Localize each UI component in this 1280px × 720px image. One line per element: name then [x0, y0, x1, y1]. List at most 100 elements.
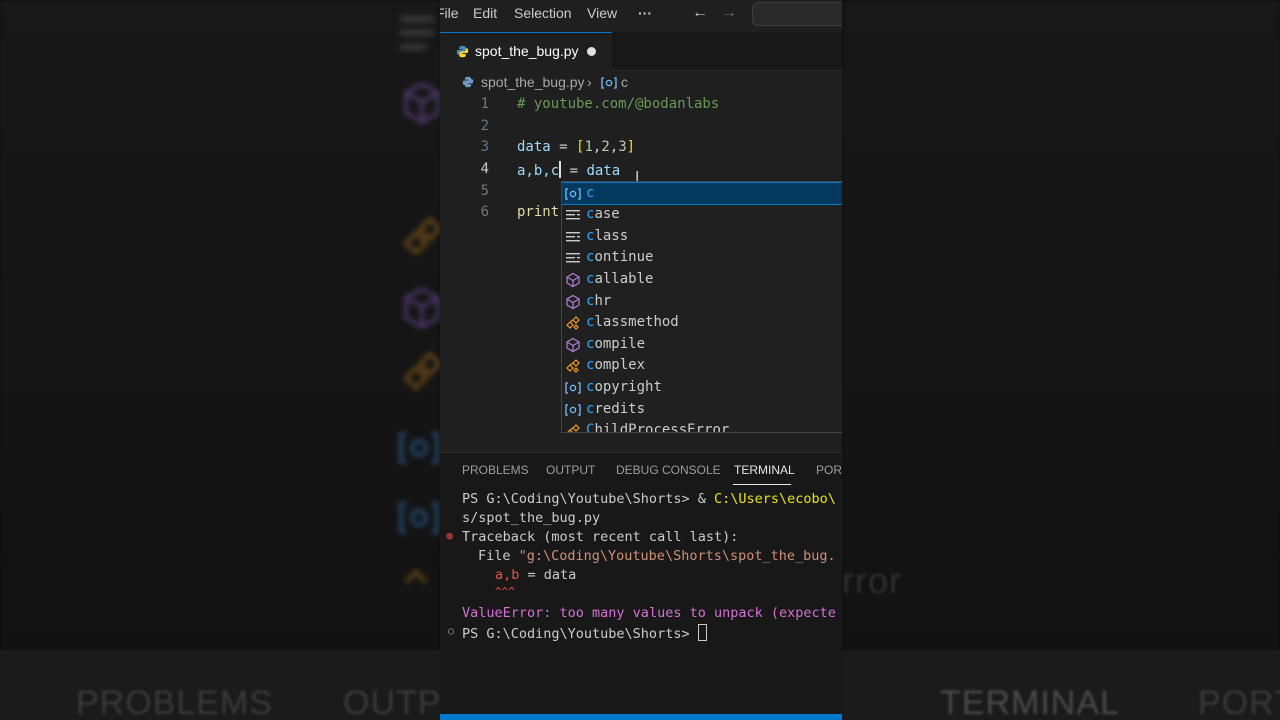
suggest-item-label: credits: [586, 400, 646, 417]
background-cube-icon: [404, 82, 440, 124]
background-ghost-text: rror: [842, 560, 902, 601]
background-cube-icon-2: [404, 287, 440, 329]
print-call: print: [517, 204, 560, 220]
terminal-line: Traceback (most recent call last):: [462, 529, 739, 545]
background-label-problems: PROBLEMS: [76, 684, 273, 720]
background-variable-icon: [399, 432, 439, 464]
keyword-icon: [566, 210, 580, 220]
tab-terminal[interactable]: TERMINAL: [734, 463, 795, 477]
suggest-item[interactable]: credits: [562, 399, 842, 421]
breadcrumb-python-icon: [462, 76, 474, 88]
suggest-item-label: case: [586, 206, 620, 223]
breadcrumb: spot_the_bug.py › c: [440, 72, 842, 94]
line-number: 2: [480, 118, 489, 134]
menu-edit[interactable]: Edit: [473, 5, 497, 21]
breadcrumb-symbol[interactable]: c: [621, 74, 628, 90]
tab-ports[interactable]: PORTS: [816, 463, 842, 477]
line-number: 1: [480, 96, 489, 112]
suggest-item-label: ChildProcessError: [586, 422, 730, 433]
suggest-item-label: continue: [586, 249, 654, 266]
suggest-item-label: compile: [586, 335, 646, 352]
command-center-search[interactable]: [752, 2, 842, 26]
background-label-ports: PORT: [1198, 684, 1280, 720]
terminal-carets: ^^^: [495, 585, 515, 598]
breadcrumb-separator: ›: [587, 74, 592, 90]
line-number-active: 4: [480, 161, 489, 177]
suggest-item[interactable]: complex: [562, 355, 842, 377]
variable-icon: [565, 382, 581, 394]
vscode-window: File Edit Selection View ··· ← → spot_th…: [440, 0, 842, 720]
class-icon: [566, 359, 580, 373]
background-left-blur: [0, 0, 440, 720]
terminal-line: PS G:\Coding\Youtube\Shorts>: [462, 624, 707, 643]
suggest-item-label: complex: [586, 357, 646, 374]
background-class-icon-3: [404, 569, 428, 584]
editor-tab-bar: spot_the_bug.py: [440, 32, 842, 71]
suggest-item[interactable]: compile: [562, 334, 842, 356]
suggest-widget: c case class continue callable chr classmethod…: [561, 181, 842, 433]
terminal-cursor: [697, 624, 707, 641]
function-icon: [566, 272, 580, 287]
bottom-panel: PROBLEMS OUTPUT DEBUG CONSOLE TERMINAL P…: [440, 452, 842, 720]
code-line-4-content: a,b,c = data: [517, 161, 621, 179]
suggest-item[interactable]: callable: [562, 269, 842, 291]
suggest-item[interactable]: class: [562, 226, 842, 248]
menu-file[interactable]: File: [440, 5, 459, 21]
keyword-icon: [566, 231, 580, 242]
function-icon: [566, 337, 580, 352]
back-arrow-icon[interactable]: ←: [692, 4, 708, 22]
menu-more[interactable]: ···: [638, 5, 652, 21]
suggest-item-label: copyright: [586, 378, 662, 395]
background-variable-icon-2: [399, 502, 439, 534]
menu-view[interactable]: View: [587, 5, 617, 21]
suggest-item-label: classmethod: [586, 314, 679, 331]
background-class-icon: [403, 216, 440, 256]
menu-selection[interactable]: Selection: [514, 5, 572, 21]
unsaved-dot-icon[interactable]: [587, 47, 596, 56]
python-file-icon: [456, 45, 469, 58]
terminal-line: a,b = data: [495, 567, 577, 583]
tab-debug-console[interactable]: DEBUG CONSOLE: [616, 463, 721, 477]
tab-filename: spot_the_bug.py: [475, 43, 579, 59]
code-line-3-content: data = [1,2,3]: [517, 139, 636, 155]
background-class-icon-2: [403, 351, 440, 391]
background-right-blur: [842, 0, 1280, 720]
terminal-line: PS G:\Coding\Youtube\Shorts> & C:\Users\…: [462, 491, 836, 507]
suggest-item-label: chr: [586, 292, 612, 309]
suggest-item-label: class: [586, 227, 629, 244]
line-number: 5: [480, 183, 489, 199]
tab-output[interactable]: OUTPUT: [546, 463, 595, 477]
title-bar: File Edit Selection View ··· ← →: [440, 0, 842, 28]
suggest-item[interactable]: case: [562, 204, 842, 226]
suggest-item[interactable]: continue: [562, 247, 842, 269]
active-tab-indicator: [733, 484, 791, 485]
code-line-2: 2: [440, 116, 842, 138]
suggest-item[interactable]: chr: [562, 291, 842, 313]
keyword-icon: [566, 253, 580, 263]
code-line-1: 1 # youtube.com/@bodanlabs: [440, 94, 842, 116]
tab-spot-the-bug[interactable]: spot_the_bug.py: [440, 32, 612, 71]
forward-arrow-icon[interactable]: →: [721, 4, 737, 22]
prompt-circle-icon[interactable]: ○: [448, 626, 454, 637]
suggest-item[interactable]: ChildProcessError: [562, 420, 842, 433]
line-number: 3: [480, 139, 489, 155]
suggest-item-label: callable: [586, 270, 654, 287]
suggest-item[interactable]: c: [562, 182, 842, 206]
tab-problems[interactable]: PROBLEMS: [462, 463, 529, 477]
variable-icon: [565, 187, 581, 200]
variable-icon: [565, 403, 581, 416]
suggest-item[interactable]: classmethod: [562, 312, 842, 334]
background-label-output: OUTP: [343, 684, 442, 720]
breadcrumb-file[interactable]: spot_the_bug.py: [481, 74, 585, 90]
class-icon: [566, 316, 580, 330]
code-line-4: 4 a,b,c = data: [440, 159, 842, 181]
function-icon: [566, 294, 580, 309]
error-circle-icon[interactable]: ⊗: [446, 529, 453, 543]
comment-text: # youtube.com/@bodanlabs: [517, 96, 720, 112]
background-list-icon: [400, 16, 434, 50]
suggest-item[interactable]: copyright: [562, 377, 842, 399]
terminal-line: ValueError: too many values to unpack (e…: [462, 605, 836, 621]
suggest-item-label: c: [586, 184, 595, 201]
code-line-3: 3 data = [1,2,3]: [440, 137, 842, 159]
breadcrumb-variable-icon: [601, 77, 617, 89]
